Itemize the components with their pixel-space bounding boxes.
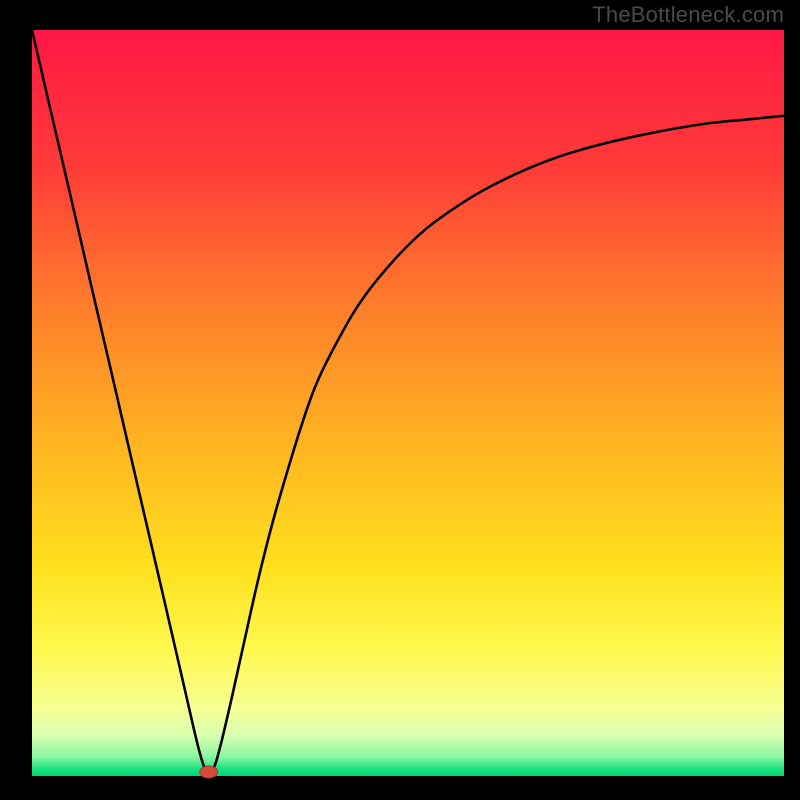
minimum-marker [200,766,218,778]
gradient-background [32,30,784,776]
chart-stage: TheBottleneck.com [0,0,800,800]
watermark-text: TheBottleneck.com [592,2,784,28]
chart-svg [0,0,800,800]
